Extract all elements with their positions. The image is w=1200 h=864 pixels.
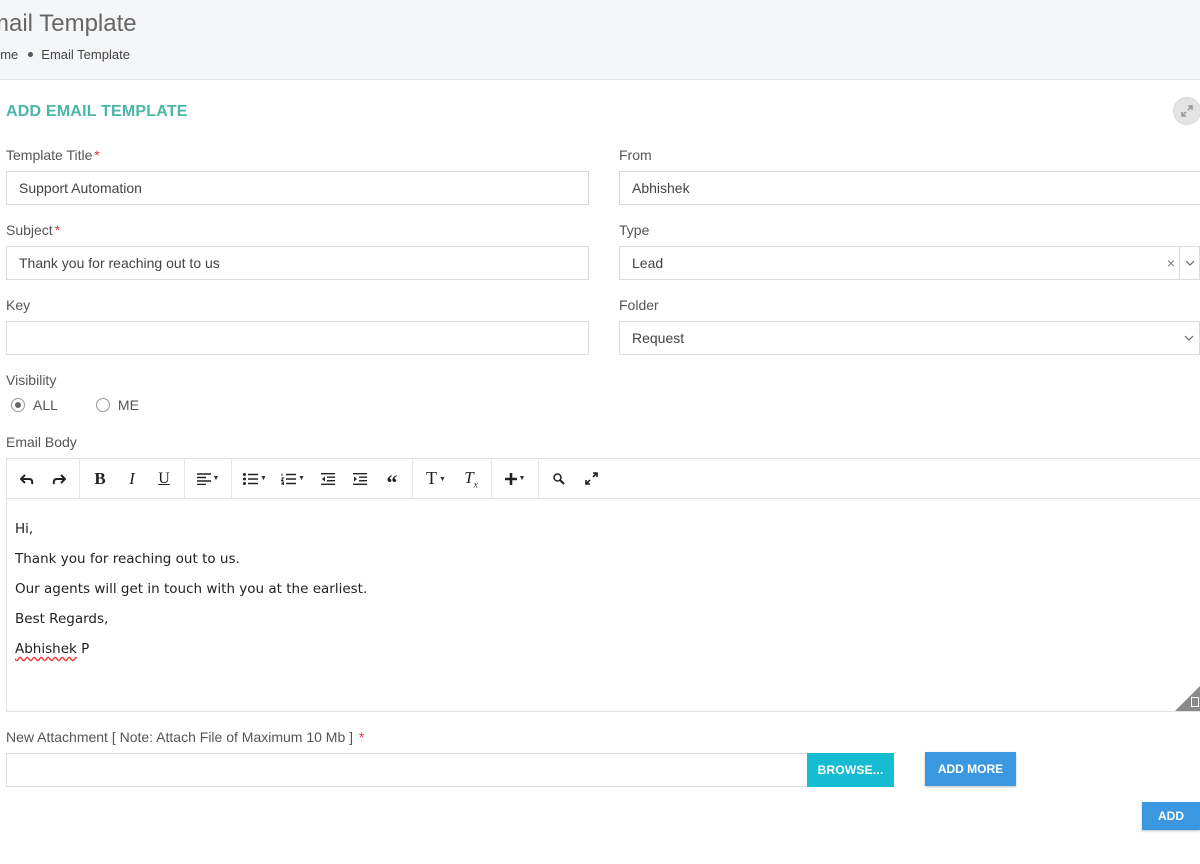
template-title-label: Template Title * [6,147,100,163]
toolbar-misc-group [539,459,611,499]
folder-label: Folder [619,297,659,313]
search-button[interactable] [543,464,575,494]
attachment-file-input[interactable] [6,753,808,787]
indent-button[interactable] [344,464,376,494]
template-title-value: Support Automation [19,180,142,196]
visibility-me-radio[interactable] [95,398,110,412]
breadcrumb-current: Email Template [41,47,130,62]
visibility-me-label[interactable]: ME [118,397,139,413]
page-header: mail Template ome Email Template [0,0,1200,80]
visibility-all-label[interactable]: ALL [33,397,58,413]
blockquote-button[interactable]: “ [376,464,408,495]
visibility-label: Visibility [6,372,57,388]
email-body-label: Email Body [6,434,77,450]
insert-icon [504,472,517,485]
caret-down-icon: ▼ [298,475,305,482]
indent-icon [353,472,367,485]
search-icon [553,472,565,485]
visibility-all-radio[interactable] [11,398,25,412]
email-body-line: Best Regards, [15,611,109,627]
breadcrumb-home-link[interactable]: ome [0,47,18,62]
blockquote-icon: “ [386,469,398,495]
type-select[interactable]: Lead × [619,246,1200,280]
toolbar-font-group: T ▼ Tx [413,458,492,499]
align-icon [196,472,211,485]
template-title-input[interactable]: Support Automation [6,171,589,205]
breadcrumb: ome Email Template [0,47,130,62]
redo-button[interactable] [43,464,75,494]
fullscreen-icon [584,472,598,485]
folder-dropdown-toggle[interactable] [1179,322,1199,354]
caret-down-icon: ▼ [260,475,267,482]
type-dropdown-toggle[interactable] [1179,247,1199,279]
expand-panel-button[interactable] [1173,97,1200,125]
bullet-list-button[interactable]: ▼ [236,464,274,494]
numbered-list-icon [281,473,297,485]
editor-toolbar: B I U ▼ ▼ ▼ “ T ▼ Tx ▼ [7,458,1200,499]
email-body-editor[interactable]: B I U ▼ ▼ ▼ “ T ▼ Tx ▼ Hi, Thank you for… [6,458,1200,712]
font-size-icon: T [426,468,438,488]
subject-value: Thank you for reaching out to us [19,255,220,271]
italic-button[interactable]: I [116,464,148,494]
toolbar-list-group: ▼ ▼ “ [232,458,413,499]
attachment-label: New Attachment [ Note: Attach File of Ma… [6,729,365,745]
from-label: From [619,147,652,163]
outdent-icon [321,472,335,485]
italic-icon: I [129,468,135,488]
email-body-line: Thank you for reaching out to us. [15,551,240,567]
add-button[interactable]: ADD [1142,802,1200,830]
underline-button[interactable]: U [148,464,180,494]
caret-down-icon: ▼ [439,474,446,483]
toolbar-align-group: ▼ [185,458,232,499]
toolbar-insert-group: ▼ [492,458,539,499]
from-value: Abhishek [632,180,690,196]
type-selected-value: Lead [632,255,664,271]
signature-initial: P [76,641,90,657]
caret-down-icon: ▼ [518,475,526,482]
visibility-radio-group: ALL ME [11,397,139,413]
chevron-down-icon [1184,335,1194,341]
redo-icon [52,473,66,484]
key-input[interactable] [6,321,589,355]
fullscreen-button[interactable] [575,464,607,494]
bold-button[interactable]: B [84,464,116,494]
insert-button[interactable]: ▼ [496,464,534,494]
numbered-list-button[interactable]: ▼ [274,464,312,494]
caret-down-icon: ▼ [212,475,220,482]
email-body-content[interactable]: Hi, Thank you for reaching out to us. Ou… [15,521,367,671]
font-size-button[interactable]: T ▼ [417,464,455,494]
clear-format-button[interactable]: Tx [455,464,487,494]
email-body-line: Our agents will get in touch with you at… [15,581,368,597]
type-clear-icon[interactable]: × [1167,255,1175,271]
from-input[interactable]: Abhishek [619,171,1200,205]
signature-name: Abhishek [15,641,77,657]
radio-selected-dot [15,402,21,408]
key-label: Key [6,297,31,313]
email-body-signature: Abhishek P [15,641,367,671]
undo-button[interactable] [11,464,43,494]
bold-icon: B [94,468,106,488]
resize-icon [1191,697,1199,707]
toolbar-history-group [7,458,80,499]
type-label: Type [619,222,650,238]
folder-select[interactable]: Request [619,321,1200,355]
email-body-line: Hi, [15,521,34,537]
subject-label: Subject * [6,222,61,238]
page-title: mail Template [0,10,137,37]
folder-selected-value: Request [632,330,685,346]
undo-icon [20,473,34,484]
bullet-list-icon [243,472,259,485]
chevron-down-icon [1185,260,1194,266]
align-button[interactable]: ▼ [189,464,227,494]
underline-icon: U [158,469,170,487]
outdent-button[interactable] [312,464,344,494]
browse-button[interactable]: BROWSE... [807,753,894,787]
expand-icon [1181,105,1193,117]
toolbar-style-group: B I U [80,458,185,499]
subject-input[interactable]: Thank you for reaching out to us [6,246,589,280]
clear-format-icon: Tx [464,467,478,490]
card-title: ADD EMAIL TEMPLATE [6,103,188,120]
add-more-button[interactable]: ADD MORE [925,752,1016,786]
breadcrumb-separator [28,52,34,57]
